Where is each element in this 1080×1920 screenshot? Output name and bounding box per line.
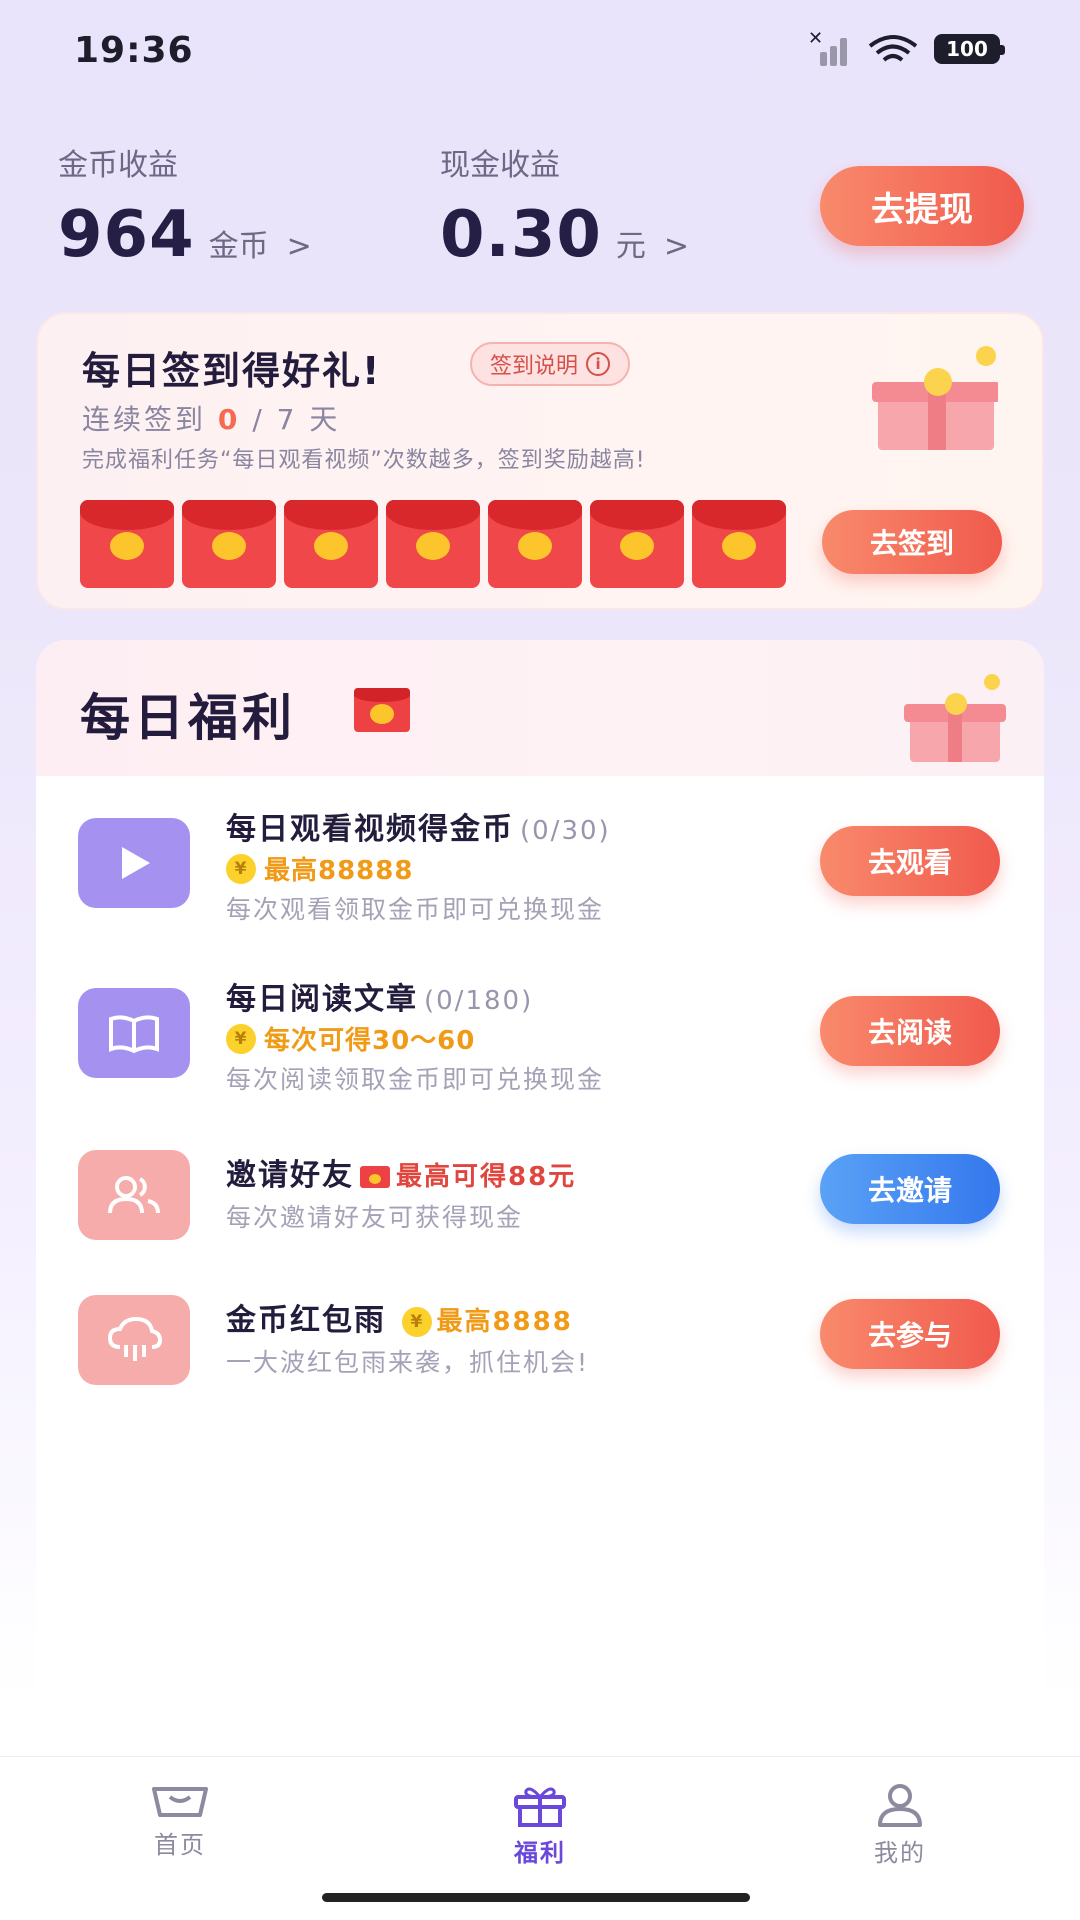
coin-earnings-label: 金币收益: [58, 148, 178, 183]
withdraw-button[interactable]: 去提现: [820, 166, 1024, 246]
nav-item-welfare[interactable]: 福利: [460, 1783, 620, 1868]
task-description: 每次邀请好友可获得现金: [226, 1203, 524, 1232]
nav-item-home[interactable]: 首页: [100, 1783, 260, 1860]
rain-cloud-icon: [78, 1295, 190, 1385]
task-reward-text: 最高可得88元: [396, 1162, 577, 1192]
nav-label: 福利: [514, 1839, 566, 1867]
red-envelope-icon[interactable]: [182, 500, 276, 588]
signin-day-list: [80, 500, 786, 588]
signin-streak-count: 0: [217, 403, 241, 436]
coin-earnings-unit: 金币: [208, 229, 269, 264]
user-icon: [878, 1784, 922, 1827]
signin-title: 每日签到得好礼!: [82, 349, 382, 393]
daily-welfare-card: 每日福利 每日观看视频得金币 (0/30) ¥ 最高88888 每次观看领取金币即…: [36, 640, 1044, 1750]
task-reward-text: 每次可得30～60: [264, 1026, 476, 1056]
welfare-title: 每日福利: [80, 689, 296, 747]
task-reward: ¥ 最高88888: [226, 850, 413, 887]
task-title-text: 金币红包雨: [226, 1303, 386, 1338]
task-title-text: 每日阅读文章: [226, 982, 418, 1017]
task-description: 每次观看领取金币即可兑换现金: [226, 895, 605, 924]
signin-help-button[interactable]: 签到说明 i: [470, 342, 631, 386]
nav-item-mine[interactable]: 我的: [820, 1783, 980, 1868]
red-envelope-icon: [360, 1165, 390, 1188]
friends-icon: [78, 1150, 190, 1240]
gift-icon: [514, 1787, 566, 1827]
home-indicator: [322, 1893, 750, 1902]
watch-button[interactable]: 去观看: [820, 826, 1000, 896]
task-coin-rain: 金币红包雨 ¥ 最高8888 一大波红包雨来袭，抓住机会! 去参与: [36, 1285, 1044, 1415]
nav-label: 首页: [154, 1831, 206, 1859]
home-icon: [152, 1787, 208, 1817]
signal-icon: ✕: [808, 28, 852, 66]
task-invite-friend: 邀请好友 最高可得88元 每次邀请好友可获得现金 去邀请: [36, 1140, 1044, 1270]
task-title-text: 每日观看视频得金币: [226, 812, 514, 847]
gift-box-icon: [872, 346, 998, 450]
yen-coin-icon: ¥: [226, 1023, 256, 1054]
welfare-header: 每日福利: [36, 640, 1044, 776]
task-read-article: 每日阅读文章 (0/180) ¥ 每次可得30～60 每次阅读领取金币即可兑换现金…: [36, 970, 1044, 1100]
wifi-icon: [868, 35, 918, 62]
status-icons: ✕ 100: [808, 28, 1005, 66]
task-description: 每次阅读领取金币即可兑换现金: [226, 1065, 605, 1094]
red-envelope-icon[interactable]: [590, 500, 684, 588]
signin-button[interactable]: 去签到: [822, 510, 1002, 574]
task-watch-video: 每日观看视频得金币 (0/30) ¥ 最高88888 每次观看领取金币即可兑换现金…: [36, 800, 1044, 930]
nav-label: 我的: [874, 1839, 926, 1867]
info-icon: i: [586, 352, 611, 376]
red-envelope-icon[interactable]: [386, 500, 480, 588]
task-reward-text: 最高88888: [264, 856, 414, 886]
task-reward: ¥ 每次可得30～60: [226, 1020, 475, 1057]
task-reward-text: 最高8888: [436, 1307, 573, 1337]
coin-earnings-value: 964: [58, 198, 195, 272]
task-title: 每日观看视频得金币 (0/30): [226, 804, 611, 848]
signin-description: 完成福利任务“每日观看视频”次数越多，签到奖励越高!: [82, 448, 646, 473]
red-envelope-icon[interactable]: [692, 500, 786, 588]
red-envelope-icon: [354, 688, 410, 732]
battery-icon: 100: [934, 34, 1005, 64]
task-progress: (0/30): [520, 816, 611, 846]
red-envelope-icon[interactable]: [488, 500, 582, 588]
red-envelope-icon[interactable]: [80, 500, 174, 588]
yen-coin-icon: ¥: [226, 853, 256, 884]
cash-earnings-value: 0.30: [440, 198, 602, 272]
play-icon: [78, 818, 190, 908]
signin-card: 每日签到得好礼! 签到说明 i 连续签到 0 / 7 天 完成福利任务“每日观看…: [36, 312, 1044, 610]
cash-earnings-label: 现金收益: [440, 148, 560, 183]
read-button[interactable]: 去阅读: [820, 996, 1000, 1066]
task-title-text: 邀请好友: [226, 1158, 354, 1193]
cash-earnings[interactable]: 现金收益 0.30 元 >: [440, 140, 689, 272]
signin-streak: 连续签到 0 / 7 天: [82, 398, 340, 438]
chevron-right-icon: >: [286, 229, 312, 264]
signin-help-label: 签到说明: [490, 354, 579, 379]
coin-earnings[interactable]: 金币收益 964 金币 >: [58, 140, 312, 272]
join-button[interactable]: 去参与: [820, 1299, 1000, 1369]
signin-streak-prefix: 连续签到: [82, 403, 207, 436]
status-time: 19:36: [74, 30, 194, 71]
task-title: 每日阅读文章 (0/180): [226, 974, 533, 1018]
signin-streak-suffix: / 7 天: [252, 403, 341, 436]
invite-button[interactable]: 去邀请: [820, 1154, 1000, 1224]
task-title: 金币红包雨 ¥ 最高8888: [226, 1295, 573, 1339]
status-bar: 19:36 ✕ 100: [0, 0, 1080, 100]
cash-earnings-unit: 元: [615, 229, 646, 264]
yen-coin-icon: ¥: [402, 1306, 433, 1337]
gift-box-icon: [904, 674, 1006, 762]
task-progress: (0/180): [424, 986, 534, 1016]
task-description: 一大波红包雨来袭，抓住机会!: [226, 1348, 590, 1377]
red-envelope-icon[interactable]: [284, 500, 378, 588]
task-title: 邀请好友 最高可得88元: [226, 1150, 576, 1194]
chevron-right-icon: >: [663, 229, 690, 264]
book-icon: [78, 988, 190, 1078]
